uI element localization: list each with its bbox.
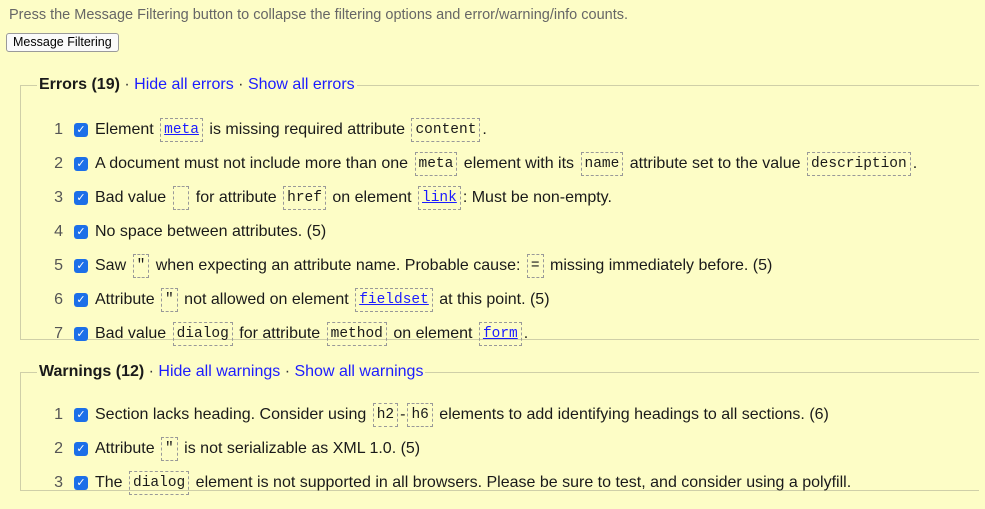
message-text: Attribute [95,291,160,308]
code-token: meta [414,152,458,176]
errors-legend: Errors (19) · Hide all errors · Show all… [37,76,357,94]
row-number: 4 [54,223,63,240]
code-token: name [580,152,624,176]
legend-separator: · [233,76,248,93]
legend-separator: · [280,363,295,380]
hide-all-errors-link[interactable]: Hide all errors [134,76,234,93]
message-text: . [482,121,487,138]
row-number: 1 [54,121,63,138]
message-text: No space between attributes. (5) [95,223,327,240]
message-text: for attribute [234,325,325,342]
code-token: " [161,288,178,312]
message-text: : Must be non-empty. [462,189,612,206]
message-checkbox[interactable]: ✓ [74,327,88,341]
error-row: 4 ✓ No space between attributes. (5) [21,220,326,244]
message-checkbox[interactable]: ✓ [74,157,88,171]
message-text: element is not supported in all browsers… [191,474,852,491]
message-checkbox[interactable]: ✓ [74,225,88,239]
message-text: . [523,325,529,342]
message-text: missing immediately before. (5) [545,257,773,274]
message-text: Element [95,121,159,138]
row-number: 6 [54,291,63,308]
code-token: h6 [407,403,433,427]
warnings-legend: Warnings (12) · Hide all warnings · Show… [37,363,425,381]
element-link[interactable]: form [478,322,522,346]
error-row: 1 ✓ Element meta is missing required attri… [21,118,487,142]
message-checkbox[interactable]: ✓ [74,293,88,307]
element-link[interactable]: meta [160,118,203,142]
warnings-group: Warnings (12) · Hide all warnings · Show… [20,363,979,495]
message-checkbox[interactable]: ✓ [74,442,88,456]
message-text: is not serializable as XML 1.0. (5) [179,440,421,457]
warnings-title: Warnings (12) [39,363,145,380]
hide-all-warnings-link[interactable]: Hide all warnings [158,363,280,380]
message-text: is missing required attribute [204,121,410,138]
message-checkbox[interactable]: ✓ [74,259,88,273]
warning-row: 1 ✓ Section lacks heading. Consider using … [21,403,829,427]
row-number: 2 [54,155,63,172]
message-checkbox[interactable]: ✓ [74,476,88,490]
row-number: 1 [54,406,63,423]
warning-row: 2 ✓ Attribute " is not serializable as XML… [21,437,420,461]
intro-text: Press the Message Filtering button to co… [9,7,629,23]
message-text: element with its [459,155,579,172]
code-token: dialog [172,322,233,346]
message-text: Bad value [95,325,171,342]
message-text: attribute set to the value [625,155,805,172]
element-link[interactable]: fieldset [355,288,433,312]
errors-title: Errors (19) [39,76,120,93]
code-token: content [411,118,481,142]
row-number: 2 [54,440,63,457]
element-link[interactable]: link [418,186,461,210]
error-row: 2 ✓ A document must not include more than … [21,152,917,176]
show-all-warnings-link[interactable]: Show all warnings [294,363,423,380]
message-text: Saw [95,257,131,274]
row-number: 5 [54,257,63,274]
message-text: . [912,155,918,172]
error-row: 6 ✓ Attribute " not allowed on element fie… [21,288,550,312]
message-text: The [95,474,128,491]
code-token: " [132,254,150,278]
error-row: 3 ✓ Bad value for attribute href on elemen… [21,186,612,210]
message-text: on element [327,189,417,206]
message-text: at this point. (5) [434,291,550,308]
show-all-errors-link[interactable]: Show all errors [248,76,355,93]
message-checkbox[interactable]: ✓ [74,191,88,205]
code-token [172,186,190,210]
message-text: elements to add identifying headings to … [434,406,829,423]
message-filtering-button[interactable]: Message Filtering [6,33,119,52]
message-text: Attribute [95,440,160,457]
message-text: when expecting an attribute name. Probab… [151,257,525,274]
message-text: Section lacks heading. Consider using [95,406,371,423]
code-token: dialog [129,471,190,495]
message-checkbox[interactable]: ✓ [74,123,88,137]
code-token: " [161,437,178,461]
message-text: Bad value [95,189,171,206]
legend-separator: · [119,76,135,93]
code-token: h2 [372,403,399,427]
error-row: 5 ✓ Saw " when expecting an attribute name… [21,254,772,278]
code-token: description [806,152,911,176]
row-number: 7 [54,325,63,342]
message-text: on element [388,325,477,342]
message-text: A document must not include more than on… [95,155,413,172]
warning-row: 3 ✓ The dialog element is not supported in… [21,471,851,495]
legend-separator: · [144,363,159,380]
message-checkbox[interactable]: ✓ [74,408,88,422]
row-number: 3 [54,474,63,491]
code-token: href [283,186,326,210]
error-row: 7 ✓ Bad value dialog for attribute method … [21,322,528,346]
row-number: 3 [54,189,63,206]
code-token: method [326,322,387,346]
code-token: = [526,254,544,278]
message-text: - [400,406,406,423]
message-text: not allowed on element [179,291,354,308]
message-text: for attribute [191,189,282,206]
errors-group: Errors (19) · Hide all errors · Show all… [20,76,979,346]
